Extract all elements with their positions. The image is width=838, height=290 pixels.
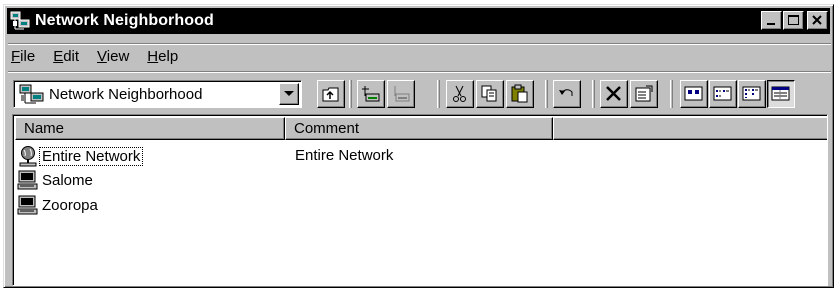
- computer-icon: [17, 170, 38, 190]
- details-button[interactable]: [767, 80, 795, 108]
- menu-separator: [8, 43, 831, 45]
- delete-button[interactable]: [600, 80, 628, 108]
- network-neighborhood-icon: [10, 11, 30, 30]
- address-combobox[interactable]: Network Neighborhood: [13, 80, 302, 108]
- maximize-button[interactable]: [783, 11, 804, 30]
- title-buttons: [760, 11, 828, 30]
- toolbar-divider: [545, 80, 548, 108]
- paste-icon: [511, 84, 528, 103]
- item-name: Salome: [42, 171, 93, 189]
- title-bar[interactable]: Network Neighborhood: [7, 8, 830, 34]
- details-icon: [771, 86, 790, 101]
- cut-icon: [453, 85, 466, 102]
- globe-network-icon: [19, 146, 37, 167]
- toolbar-separator: [8, 71, 831, 73]
- menu-edit[interactable]: Edit: [51, 48, 81, 70]
- toolbar-divider: [592, 80, 595, 108]
- network-neighborhood-icon: [19, 84, 44, 104]
- menu-bar: File Edit View Help: [9, 48, 194, 70]
- paste-button[interactable]: [506, 80, 534, 108]
- address-value: Network Neighborhood: [49, 85, 203, 103]
- list-item[interactable]: Zooropa: [17, 193, 100, 217]
- window-title: Network Neighborhood: [35, 12, 214, 29]
- item-comment: Entire Network: [295, 147, 394, 164]
- menu-file[interactable]: File: [9, 48, 37, 70]
- file-list-view[interactable]: Name Comment Entire Network Entire Netwo…: [12, 114, 828, 286]
- disconnect-drive-button[interactable]: [387, 80, 415, 108]
- toolbar-divider: [670, 80, 673, 108]
- map-network-drive-icon: [362, 86, 380, 102]
- item-name: Zooropa: [42, 196, 98, 214]
- list-item[interactable]: Salome: [17, 168, 95, 192]
- menu-help[interactable]: Help: [145, 48, 180, 70]
- up-one-level-icon: [322, 87, 339, 102]
- properties-button[interactable]: [630, 80, 658, 108]
- large-icons-icon: [684, 86, 703, 101]
- properties-icon: [635, 85, 653, 102]
- list-item[interactable]: Entire Network: [17, 144, 144, 168]
- cut-button[interactable]: [446, 80, 474, 108]
- disconnect-drive-icon: [394, 86, 410, 102]
- small-icons-button[interactable]: [709, 80, 737, 108]
- computer-icon: [17, 195, 38, 215]
- delete-icon: [606, 86, 621, 101]
- list-icon: [742, 86, 761, 101]
- menu-view[interactable]: View: [95, 48, 131, 70]
- map-network-drive-button[interactable]: [357, 80, 385, 108]
- toolbar-divider: [349, 80, 352, 108]
- chevron-down-icon: [284, 91, 294, 96]
- copy-icon: [481, 85, 497, 102]
- minimize-button[interactable]: [761, 11, 782, 30]
- close-icon: [812, 15, 822, 25]
- list-button[interactable]: [738, 80, 766, 108]
- address-dropdown-button[interactable]: [279, 83, 299, 105]
- undo-icon: [559, 89, 573, 96]
- column-header-comment[interactable]: Comment: [285, 117, 553, 140]
- column-header-blank[interactable]: [553, 117, 827, 140]
- up-one-level-button[interactable]: [317, 80, 345, 108]
- undo-button[interactable]: [553, 80, 581, 108]
- toolbar-divider: [437, 80, 440, 108]
- column-header-name[interactable]: Name: [15, 117, 285, 140]
- maximize-icon: [788, 15, 799, 25]
- copy-button[interactable]: [476, 80, 504, 108]
- item-name: Entire Network: [38, 146, 144, 166]
- minimize-icon: [767, 23, 775, 25]
- small-icons-icon: [713, 86, 732, 101]
- large-icons-button[interactable]: [680, 80, 708, 108]
- close-button[interactable]: [807, 11, 828, 30]
